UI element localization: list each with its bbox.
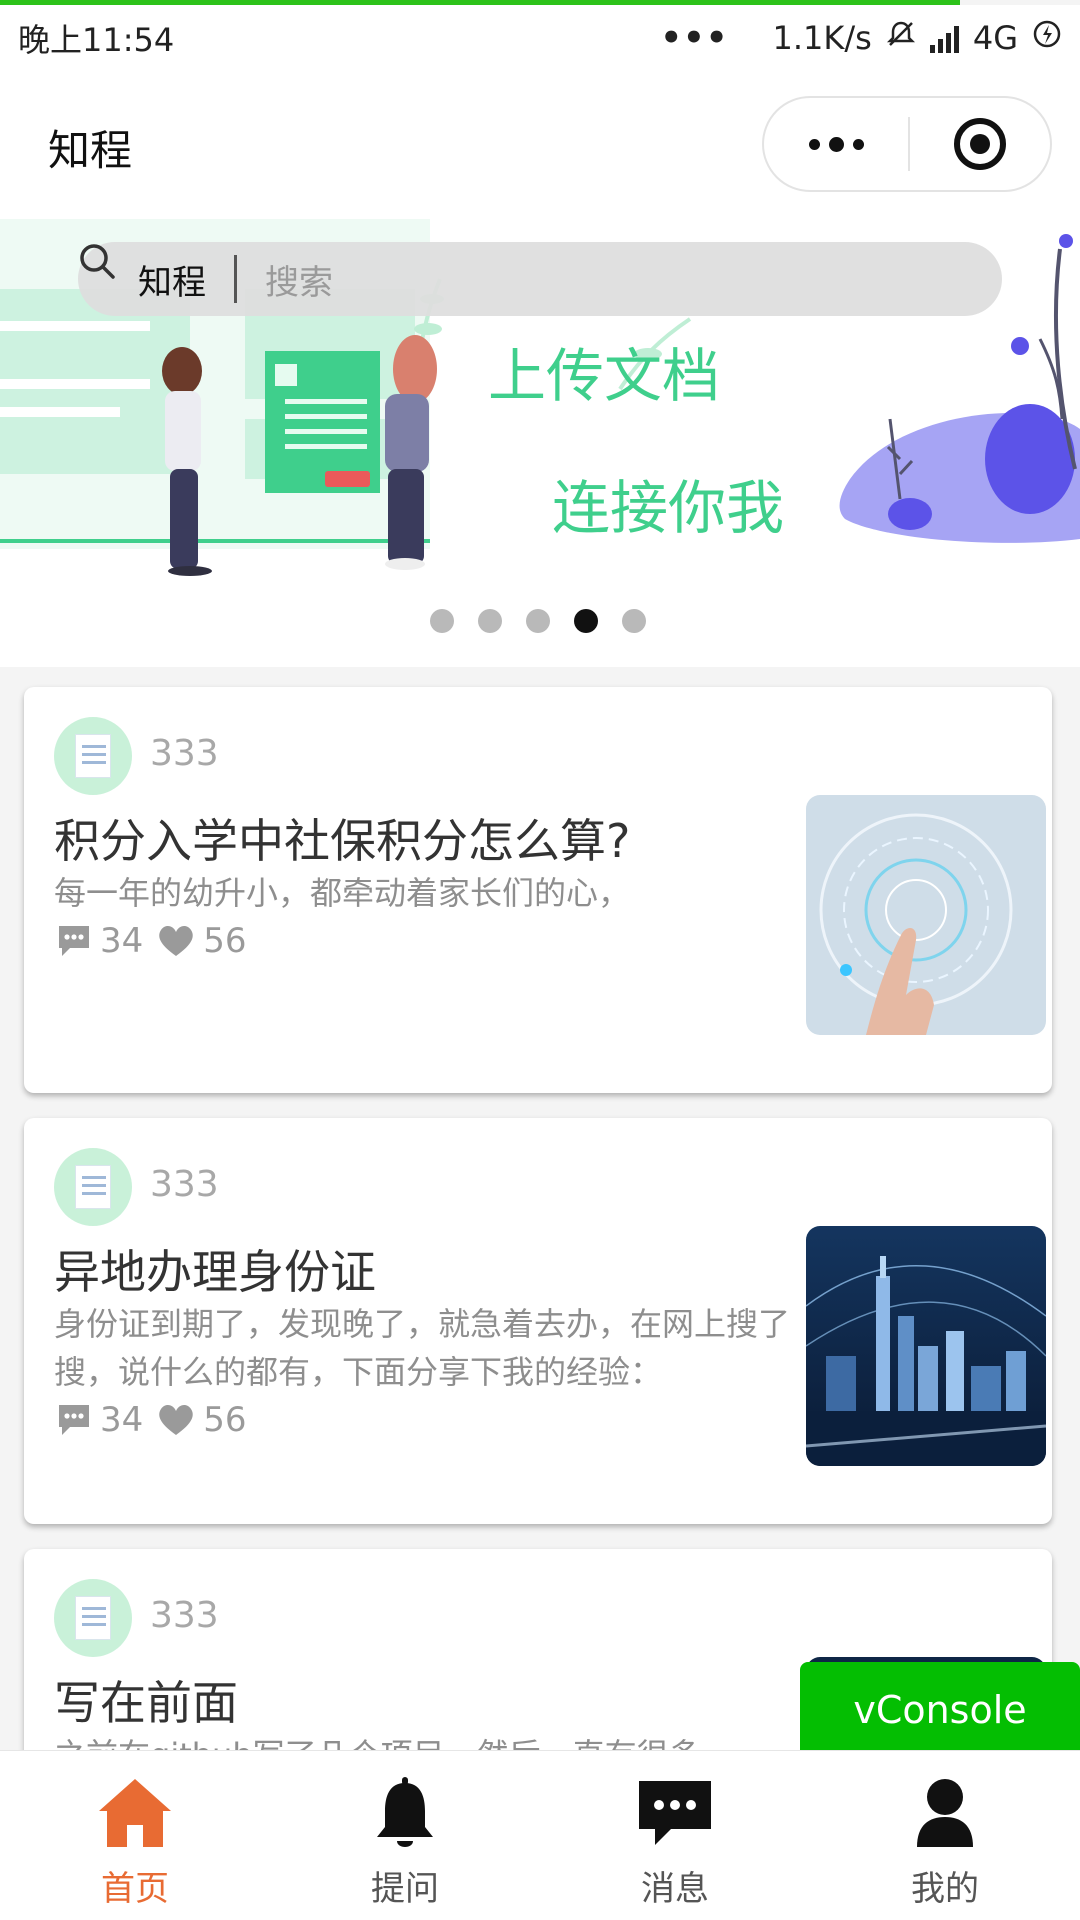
post-thumbnail[interactable] — [806, 795, 1046, 1035]
search-input[interactable]: 搜索 — [265, 255, 333, 304]
post-author[interactable]: 333 — [150, 1595, 219, 1636]
carousel-indicators — [430, 609, 646, 633]
status-net-speed: 1.1K/s — [772, 19, 872, 57]
document-icon — [75, 1165, 111, 1209]
user-icon — [917, 1779, 973, 1847]
tab-label: 消息 — [641, 1869, 709, 1909]
heart-icon[interactable] — [157, 1403, 195, 1437]
tab-label: 首页 — [101, 1869, 169, 1909]
carousel-dot[interactable] — [478, 609, 502, 633]
more-options-button[interactable] — [764, 98, 908, 190]
search-icon — [80, 244, 115, 279]
status-more-indicator: ••• — [660, 18, 729, 58]
avatar[interactable] — [54, 1148, 132, 1226]
target-icon — [954, 118, 1006, 170]
like-count: 56 — [203, 921, 247, 961]
search-separator — [234, 255, 237, 303]
tab-profile[interactable]: 我的 — [810, 1751, 1080, 1920]
tab-ask[interactable]: 提问 — [270, 1751, 540, 1920]
status-time: 晚上11:54 — [18, 21, 175, 59]
carousel-dot[interactable] — [574, 609, 598, 633]
comment-icon — [59, 926, 89, 956]
app-header: 知程 — [0, 71, 1080, 219]
post-thumbnail[interactable] — [806, 1226, 1046, 1466]
document-icon — [75, 1596, 111, 1640]
avatar[interactable] — [54, 717, 132, 795]
avatar[interactable] — [54, 1579, 132, 1657]
tab-home[interactable]: 首页 — [0, 1751, 270, 1920]
document-icon — [75, 734, 111, 778]
status-bar: 晚上11:54 ••• 1.1K/s 4G — [0, 5, 1080, 71]
like-count: 56 — [203, 1400, 247, 1440]
post-card[interactable]: 333 积分入学中社保积分怎么算? 每一年的幼升小，都牵动着家长们的心， 34 … — [24, 687, 1052, 1093]
page-title: 知程 — [48, 126, 133, 175]
post-stats: 34 56 — [56, 1400, 247, 1440]
close-mini-program-button[interactable] — [910, 98, 1050, 190]
carousel-dot[interactable] — [622, 609, 646, 633]
post-feed[interactable]: 333 积分入学中社保积分怎么算? 每一年的幼升小，都牵动着家长们的心， 34 … — [0, 667, 1080, 1750]
banner-headline: 上传文档 — [488, 342, 721, 410]
post-summary: 每一年的幼升小，都牵动着家长们的心， — [54, 874, 631, 912]
comment-count: 34 — [100, 1400, 144, 1440]
mute-icon — [886, 19, 916, 57]
bottom-tab-bar: 首页 提问 消息 我的 — [0, 1750, 1080, 1920]
comment-count: 34 — [100, 921, 144, 961]
post-title[interactable]: 异地办理身份证 — [54, 1236, 376, 1302]
tab-label: 我的 — [911, 1869, 979, 1909]
battery-charging-icon — [1032, 19, 1062, 57]
post-card[interactable]: 333 异地办理身份证 身份证到期了，发现晚了，就急着去办，在网上搜了搜，说什么… — [24, 1118, 1052, 1524]
vconsole-button[interactable]: vConsole — [800, 1662, 1080, 1758]
comment-icon — [59, 1405, 89, 1435]
carousel-dot[interactable] — [430, 609, 454, 633]
signal-icon — [929, 23, 959, 53]
banner-subheadline: 连接你我 — [552, 474, 785, 542]
bell-icon — [377, 1777, 433, 1847]
heart-icon[interactable] — [157, 924, 195, 958]
search-bar[interactable]: 知程 搜索 — [78, 242, 1002, 316]
home-icon — [99, 1779, 171, 1847]
carousel-dot[interactable] — [526, 609, 550, 633]
tab-messages[interactable]: 消息 — [540, 1751, 810, 1920]
search-brand-label: 知程 — [138, 262, 206, 303]
tab-label: 提问 — [371, 1869, 439, 1909]
status-network-type: 4G — [972, 19, 1018, 57]
post-stats: 34 56 — [56, 921, 247, 961]
post-author[interactable]: 333 — [150, 1164, 219, 1205]
post-summary: 身份证到期了，发现晚了，就急着去办，在网上搜了搜，说什么的都有，下面分享下我的经… — [54, 1305, 791, 1391]
post-title[interactable]: 积分入学中社保积分怎么算? — [54, 805, 630, 871]
post-title[interactable]: 写在前面 — [54, 1667, 238, 1733]
post-author[interactable]: 333 — [150, 733, 219, 774]
mini-program-capsule — [762, 96, 1052, 192]
banner-carousel[interactable]: 上传文档 连接你我 知程 搜索 — [0, 219, 1080, 667]
post-summary: 之前在github写了几个项目，然后一直有很多 — [54, 1731, 809, 1750]
chat-icon — [639, 1781, 711, 1845]
